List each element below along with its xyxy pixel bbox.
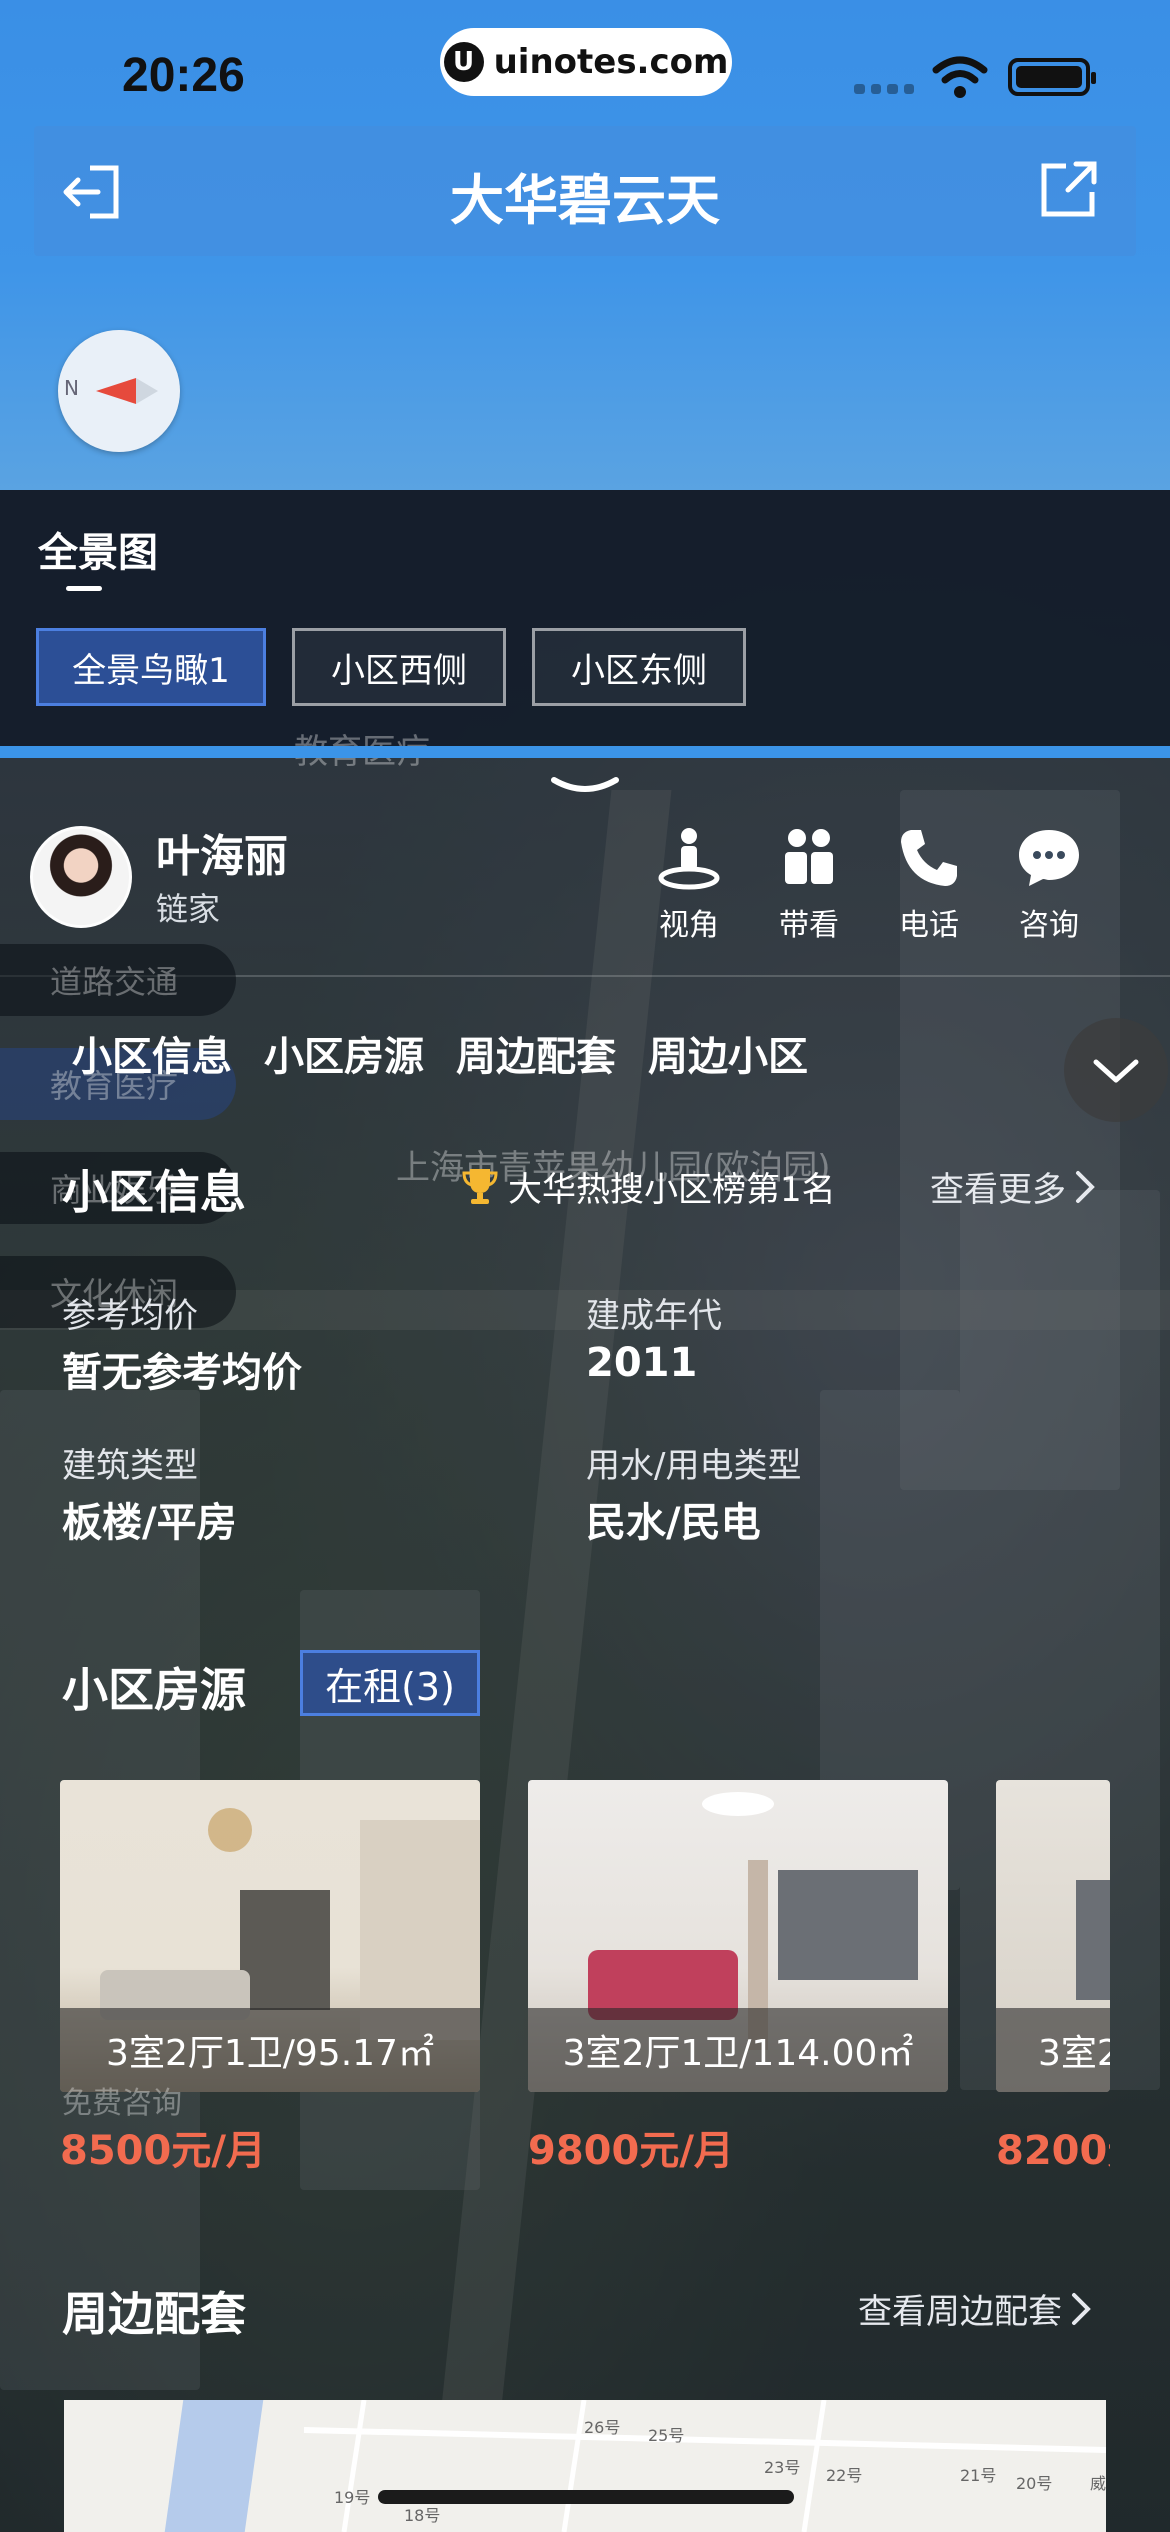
- share-icon[interactable]: [1040, 160, 1098, 218]
- action-viewpoint-label: 视角: [659, 908, 719, 943]
- viewpoint-icon: [658, 828, 720, 890]
- listing-price: 8200元/月: [996, 2128, 1110, 2170]
- panorama-title-underline: [66, 586, 102, 591]
- page-title: 大华碧云天: [450, 169, 720, 232]
- action-phone-label: 电话: [899, 908, 959, 943]
- listing-card[interactable]: 3室2厅1卫/95.17㎡: [60, 1780, 480, 2092]
- expand-down-button[interactable]: [1064, 1018, 1168, 1122]
- action-chat-label: 咨询: [1019, 908, 1079, 943]
- map-label: 25号: [648, 2426, 685, 2445]
- wifi-icon: [932, 56, 988, 98]
- map-label: 22号: [826, 2466, 863, 2485]
- action-chat[interactable]: 咨询: [1004, 826, 1094, 944]
- community-more-text: 查看更多: [930, 1170, 1066, 1210]
- info-value-building-type: 板楼/平房: [62, 1500, 237, 1546]
- accent-strip: [0, 746, 1170, 758]
- amenities-map[interactable]: 26号 25号 23号 22号 21号 20号 19号 18号 威: [64, 2400, 1106, 2532]
- listings-title: 小区房源: [62, 1663, 246, 1717]
- map-label: 21号: [960, 2466, 997, 2485]
- trophy-icon: [462, 1168, 498, 1204]
- agent-company: 链家: [156, 890, 221, 928]
- rent-count-badge[interactable]: 在租(3): [300, 1650, 480, 1716]
- collapse-chevron-icon[interactable]: [550, 772, 620, 802]
- map-label: 23号: [764, 2458, 801, 2477]
- listing-price: 8500元/月: [60, 2128, 266, 2174]
- agent-name: 叶海丽: [156, 831, 288, 882]
- chevron-down-icon: [1093, 1059, 1139, 1083]
- hot-rank-badge[interactable]: 大华热搜小区榜第1名: [462, 1162, 836, 1211]
- action-phone[interactable]: 电话: [884, 826, 974, 944]
- info-label-building-type: 建筑类型: [62, 1446, 198, 1486]
- amenities-title: 周边配套: [62, 2287, 246, 2341]
- map-label: 威: [1090, 2474, 1106, 2493]
- info-label-build-year: 建成年代: [586, 1296, 722, 1336]
- info-value-build-year: 2011: [586, 1340, 698, 1386]
- community-info-title: 小区信息: [62, 1165, 246, 1219]
- ghost-chip-road: 道路交通: [0, 944, 236, 1016]
- map-label: 19号: [334, 2488, 371, 2507]
- listing-card[interactable]: 3室2厅1卫: [996, 1780, 1110, 2092]
- action-tour[interactable]: 带看: [764, 826, 854, 944]
- tab-amenities[interactable]: 周边配套: [456, 1024, 616, 1082]
- panorama-title: 全景图: [38, 530, 158, 576]
- listing-caption: 3室2厅1卫/114.00㎡: [528, 2008, 948, 2092]
- status-time: 20:26: [122, 49, 245, 102]
- chat-icon: [1019, 830, 1079, 886]
- amenities-more-link[interactable]: 查看周边配套: [858, 2284, 1092, 2333]
- home-indicator[interactable]: [378, 2490, 794, 2504]
- tab-nearby-communities[interactable]: 周边小区: [648, 1024, 808, 1082]
- phone-icon: [901, 830, 957, 886]
- compass-icon[interactable]: N: [58, 330, 180, 452]
- listing-price-clip: 8200元/月: [996, 2110, 1110, 2170]
- listing-card[interactable]: 3室2厅1卫/114.00㎡: [528, 1780, 948, 2092]
- action-tour-label: 带看: [779, 908, 839, 943]
- map-label: 18号: [404, 2506, 441, 2525]
- hot-rank-text: 大华热搜小区榜第1名: [508, 1170, 836, 1210]
- pano-tab-east[interactable]: 小区东侧: [532, 628, 746, 706]
- chevron-right-icon: [1072, 2292, 1091, 2325]
- cellular-signal-icon: [854, 84, 914, 94]
- map-label: 20号: [1016, 2474, 1053, 2493]
- map-label: 26号: [584, 2418, 621, 2437]
- tab-community-info[interactable]: 小区信息: [72, 1024, 232, 1082]
- uinotes-logo-icon: U: [443, 42, 484, 82]
- compass-north-label: N: [64, 376, 79, 400]
- ghost-free-consult: 免费咨询: [62, 2086, 182, 2121]
- agent-avatar[interactable]: [30, 826, 132, 928]
- amenities-more-text: 查看周边配套: [858, 2292, 1062, 2332]
- tab-listings[interactable]: 小区房源: [264, 1024, 424, 1082]
- chevron-right-icon: [1076, 1170, 1095, 1203]
- community-more-link[interactable]: 查看更多: [930, 1162, 1096, 1211]
- listing-price: 9800元/月: [528, 2128, 734, 2174]
- info-label-utilities: 用水/用电类型: [586, 1446, 802, 1486]
- panorama-panel: [0, 490, 1170, 746]
- info-label-avg-price: 参考均价: [62, 1296, 198, 1336]
- info-value-utilities: 民水/民电: [586, 1500, 761, 1546]
- battery-icon: [1008, 58, 1096, 96]
- pano-tab-birdview[interactable]: 全景鸟瞰1: [36, 628, 266, 706]
- listing-caption: 3室2厅1卫: [996, 2008, 1110, 2092]
- pano-tab-west[interactable]: 小区西侧: [292, 628, 506, 706]
- tour-people-icon: [785, 829, 833, 884]
- url-text: uinotes.com: [493, 42, 729, 82]
- action-viewpoint[interactable]: 视角: [644, 826, 734, 944]
- info-value-avg-price: 暂无参考均价: [62, 1350, 302, 1396]
- url-pill: U uinotes.com: [440, 28, 732, 96]
